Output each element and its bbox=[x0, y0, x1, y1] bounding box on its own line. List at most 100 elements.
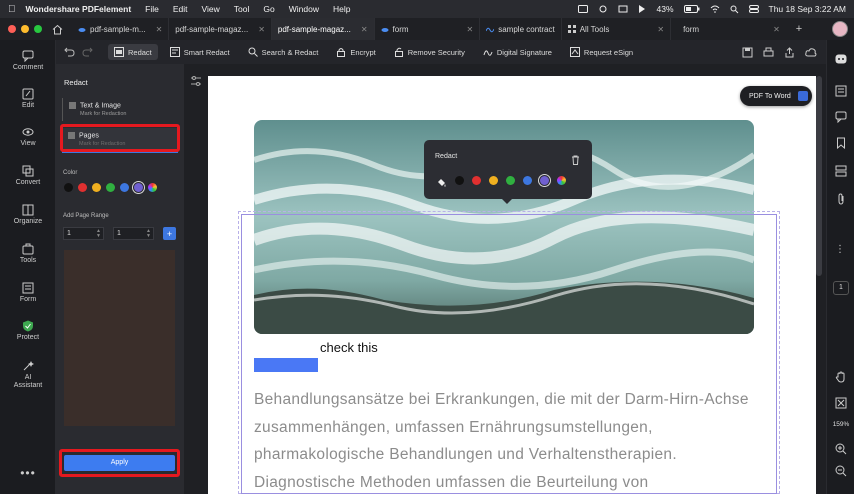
new-tab-button[interactable]: + bbox=[796, 23, 802, 35]
add-range-button[interactable]: + bbox=[163, 227, 176, 240]
tab-all-tools[interactable]: All Tools ✕ bbox=[562, 18, 672, 40]
tab-sample-contract[interactable]: sample contract bbox=[480, 18, 562, 40]
properties-icon[interactable] bbox=[835, 84, 847, 97]
menu-help[interactable]: Help bbox=[333, 4, 350, 14]
pdf-to-word-tip[interactable]: PDF To Word bbox=[740, 86, 812, 106]
pdf-page[interactable]: check this Behandlungsansätze bei Erkran… bbox=[208, 76, 816, 494]
menu-view[interactable]: View bbox=[202, 4, 220, 14]
popup-color-purple[interactable] bbox=[540, 176, 549, 185]
redaction-mark[interactable] bbox=[254, 358, 318, 372]
rail-convert[interactable]: Convert bbox=[0, 165, 56, 186]
tab-pdf-sample-1[interactable]: pdf-sample-m... ✕ bbox=[72, 18, 170, 40]
zoom-out-icon[interactable] bbox=[835, 464, 847, 477]
status-icon[interactable] bbox=[618, 5, 628, 13]
smart-redact-button[interactable]: Smart Redact bbox=[164, 44, 236, 60]
color-swatch-blue[interactable] bbox=[120, 183, 129, 192]
menu-file[interactable]: File bbox=[145, 4, 159, 14]
ai-chat-icon[interactable] bbox=[835, 52, 847, 64]
close-tab-icon[interactable]: ✕ bbox=[657, 25, 664, 34]
trash-icon[interactable] bbox=[571, 152, 580, 165]
color-swatch-green[interactable] bbox=[106, 183, 115, 192]
rail-ai-assistant[interactable]: AI Assistant bbox=[0, 360, 56, 390]
tab-form-2[interactable]: form ✕ bbox=[671, 18, 786, 40]
menu-go[interactable]: Go bbox=[263, 4, 274, 14]
rail-organize[interactable]: Organize bbox=[0, 204, 56, 225]
home-icon[interactable] bbox=[50, 22, 64, 36]
page-number[interactable]: 1 bbox=[833, 281, 849, 295]
wifi-icon[interactable] bbox=[710, 5, 720, 13]
close-tab-icon[interactable]: ✕ bbox=[258, 25, 265, 34]
battery-icon[interactable] bbox=[683, 5, 700, 13]
rail-view[interactable]: View bbox=[0, 126, 56, 147]
color-swatch-custom[interactable] bbox=[148, 183, 157, 192]
apple-icon[interactable]:  bbox=[8, 4, 16, 15]
close-window-button[interactable] bbox=[8, 25, 16, 33]
fit-page-icon[interactable] bbox=[835, 396, 847, 409]
more-icon[interactable]: ••• bbox=[0, 466, 56, 480]
close-tab-icon[interactable]: ✕ bbox=[361, 25, 368, 34]
digital-signature-button[interactable]: Digital Signature bbox=[477, 44, 558, 60]
menu-window[interactable]: Window bbox=[289, 4, 319, 14]
redact-button[interactable]: Redact bbox=[108, 44, 158, 60]
remove-security-button[interactable]: Remove Security bbox=[388, 44, 471, 60]
sliders-icon[interactable] bbox=[190, 74, 202, 86]
tab-pdf-sample-3[interactable]: pdf-sample-magaz... ✕ bbox=[271, 18, 375, 40]
tab-form-1[interactable]: form ✕ bbox=[375, 18, 481, 40]
close-tab-icon[interactable]: ✕ bbox=[773, 25, 780, 34]
menu-edit[interactable]: Edit bbox=[173, 4, 188, 14]
avatar[interactable] bbox=[832, 21, 848, 37]
control-center-icon[interactable] bbox=[748, 5, 759, 13]
tab-pdf-sample-2[interactable]: pdf-sample-magaz... ✕ bbox=[169, 18, 272, 40]
print-icon[interactable] bbox=[763, 47, 774, 58]
color-swatch-yellow[interactable] bbox=[92, 183, 101, 192]
more-icon[interactable]: ⋮ bbox=[835, 244, 845, 255]
close-tab-icon[interactable]: ✕ bbox=[467, 25, 474, 34]
close-tab-icon[interactable]: ✕ bbox=[156, 25, 163, 34]
check-annotation[interactable]: check this bbox=[320, 340, 378, 355]
thumbnails-icon[interactable] bbox=[835, 164, 847, 177]
apply-button[interactable]: Apply bbox=[64, 455, 175, 471]
color-swatch-red[interactable] bbox=[78, 183, 87, 192]
status-icon[interactable] bbox=[578, 5, 589, 13]
rail-form[interactable]: Form bbox=[0, 282, 56, 303]
search-icon[interactable] bbox=[730, 5, 739, 14]
status-icon[interactable] bbox=[598, 5, 608, 13]
popup-color-red[interactable] bbox=[472, 176, 481, 185]
minimize-window-button[interactable] bbox=[21, 25, 29, 33]
app-name[interactable]: Wondershare PDFelement bbox=[26, 4, 132, 14]
bookmark-icon[interactable] bbox=[835, 136, 847, 150]
save-icon[interactable] bbox=[742, 47, 753, 58]
rail-tools[interactable]: Tools bbox=[0, 243, 56, 264]
comments-icon[interactable] bbox=[835, 110, 847, 124]
popup-color-yellow[interactable] bbox=[489, 176, 498, 185]
stepper-icon[interactable]: ▲ ▼ bbox=[96, 228, 101, 239]
zoom-in-icon[interactable] bbox=[835, 442, 847, 455]
text-image-option[interactable]: Text & Image Mark for Redaction bbox=[62, 98, 178, 122]
color-swatch-purple[interactable] bbox=[134, 183, 143, 192]
popup-color-blue[interactable] bbox=[523, 176, 532, 185]
menu-tool[interactable]: Tool bbox=[234, 4, 250, 14]
encrypt-button[interactable]: Encrypt bbox=[330, 44, 381, 60]
cloud-upload-icon[interactable] bbox=[805, 47, 817, 58]
undo-icon[interactable] bbox=[64, 46, 76, 58]
range-from-input[interactable]: 1 ▲ ▼ bbox=[63, 227, 104, 240]
rail-protect[interactable]: Protect bbox=[0, 320, 56, 341]
color-swatch-black[interactable] bbox=[64, 183, 73, 192]
hand-icon[interactable] bbox=[835, 370, 847, 383]
request-esign-button[interactable]: Request eSign bbox=[564, 44, 639, 60]
attachment-icon[interactable] bbox=[835, 192, 847, 205]
rail-comment[interactable]: Comment bbox=[0, 50, 56, 71]
search-redact-button[interactable]: Search & Redact bbox=[242, 44, 325, 60]
maximize-window-button[interactable] bbox=[34, 25, 42, 33]
popup-color-custom[interactable] bbox=[557, 176, 566, 185]
rail-edit[interactable]: Edit bbox=[0, 88, 56, 109]
share-icon[interactable] bbox=[784, 46, 795, 58]
fill-icon[interactable] bbox=[436, 175, 447, 187]
redo-icon[interactable] bbox=[82, 46, 94, 58]
popup-color-black[interactable] bbox=[455, 176, 464, 185]
range-to-input[interactable]: 1 ▲ ▼ bbox=[113, 227, 154, 240]
popup-color-green[interactable] bbox=[506, 176, 515, 185]
datetime[interactable]: Thu 18 Sep 3:22 AM bbox=[769, 4, 847, 14]
play-icon[interactable] bbox=[638, 5, 646, 13]
stepper-icon[interactable]: ▲ ▼ bbox=[146, 228, 151, 239]
